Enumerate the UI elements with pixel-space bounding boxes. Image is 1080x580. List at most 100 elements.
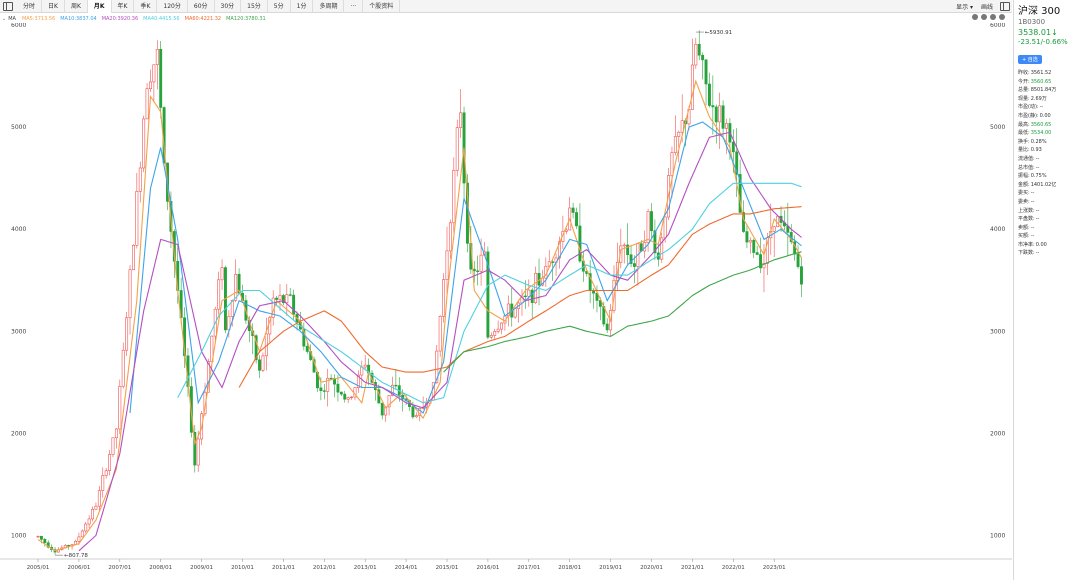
quote-stat-label: 市盈(静):: [1018, 112, 1039, 119]
draw-line-button[interactable]: 画线: [977, 2, 997, 11]
candle-body: [578, 225, 582, 262]
tab-5[interactable]: 季K: [134, 0, 158, 13]
quote-stat-label: 最高:: [1018, 121, 1030, 128]
tab-8[interactable]: 30分: [215, 0, 242, 13]
settings-icon[interactable]: [990, 14, 996, 20]
candle-body: [530, 289, 534, 303]
candle-body: [104, 470, 108, 476]
quote-stat-row: 市盈(静):0.00: [1018, 112, 1076, 121]
candle-body: [258, 359, 261, 371]
y-tick-label-right: 2000: [990, 430, 1005, 437]
quote-panel: 沪深 300 1B0300 3538.01↓ -23.51/-0.66% + 自…: [1013, 0, 1080, 580]
minus-icon[interactable]: [972, 14, 978, 20]
candle-body: [363, 364, 367, 368]
candle-body: [489, 335, 493, 338]
quote-stat-row: 流通值:--: [1018, 155, 1076, 164]
quote-stat-label: 买额:: [1018, 233, 1030, 240]
quote-stat-value: --: [1030, 198, 1035, 205]
candle-body: [111, 437, 115, 455]
candle-body: [142, 118, 146, 169]
tab-13[interactable]: ···: [344, 0, 364, 13]
quote-stat-row: 最高:3560.65: [1018, 121, 1076, 130]
ma-legend-label[interactable]: MA: [8, 16, 16, 22]
candle-body: [131, 245, 135, 271]
close-icon[interactable]: [999, 14, 1005, 20]
plus-icon[interactable]: [981, 14, 987, 20]
candle-body: [694, 44, 698, 66]
candle-body: [650, 211, 653, 232]
add-watchlist-button[interactable]: + 自选: [1018, 55, 1042, 64]
quote-stat-row: 振幅:0.75%: [1018, 172, 1076, 181]
candle-body: [663, 216, 667, 239]
candle-body: [346, 397, 350, 400]
tab-3[interactable]: 月K: [87, 0, 112, 13]
x-tick-label: 2023/01: [763, 565, 786, 571]
quote-stat-row: 金额:1401.02亿: [1018, 181, 1076, 190]
quote-stat-label: 金额:: [1018, 181, 1030, 188]
candle-body: [149, 81, 152, 89]
panel-toggle-icon[interactable]: [1000, 1, 1010, 11]
ma-legend-item: MA120:3780.31: [226, 15, 266, 22]
period-toolbar: 分时 日K 周K 月K 年K 季K 120分 60分 30分 15分 5分 1分 多周期 ··· 个股资料 …: [0, 0, 1012, 13]
tab-10[interactable]: 5分: [268, 0, 291, 13]
candle-body: [128, 269, 132, 319]
candle-body: [278, 295, 282, 300]
quote-stat-row: 市盈(动):--: [1018, 103, 1076, 112]
candle-body: [711, 105, 715, 108]
candle-body: [159, 48, 163, 108]
display-menu-button[interactable]: 显示 ▾: [952, 2, 977, 11]
tab-12[interactable]: 多周期: [313, 0, 345, 13]
x-tick-label: 2011/01: [272, 565, 295, 571]
ma-line-ma40: [177, 182, 802, 404]
candle-body: [690, 64, 694, 110]
candle-body: [455, 127, 459, 171]
candle-body: [523, 295, 527, 298]
candle-body: [152, 64, 156, 83]
candle-body: [459, 112, 463, 128]
ma-legend-item: MA60:4221.32: [184, 15, 222, 22]
y-tick-label-right: 6000: [990, 23, 1005, 29]
tab-1[interactable]: 日K: [42, 0, 65, 13]
candle-body: [772, 226, 776, 232]
tab-14[interactable]: 个股资料: [363, 0, 401, 13]
tab-6[interactable]: 120分: [157, 0, 188, 13]
tab-0[interactable]: 分时: [17, 0, 43, 13]
quote-stat-value: --: [1035, 250, 1040, 257]
tab-2[interactable]: 周K: [65, 0, 88, 13]
quote-stat-label: 现量:: [1018, 95, 1030, 102]
tab-7[interactable]: 60分: [188, 0, 215, 13]
candle-body: [77, 536, 81, 542]
quote-stat-value: 3560.65: [1030, 78, 1052, 85]
quote-stat-row: 下跌数:--: [1018, 249, 1076, 258]
candle-body: [411, 406, 415, 418]
quote-stat-label: 今开:: [1018, 78, 1030, 85]
quote-stat-label: 总量:: [1018, 87, 1030, 94]
quote-stat-row: 现量:2.69万: [1018, 95, 1076, 104]
candlestick-chart[interactable]: 1000 1000 2000 2000 3000 3000 4000 4000 5000 5000…: [0, 23, 1012, 580]
tab-9[interactable]: 15分: [241, 0, 268, 13]
candle-body: [493, 331, 497, 336]
quote-stat-value: 0.28%: [1030, 138, 1047, 145]
ma-legend-item: MA10:3837.04: [60, 15, 97, 22]
x-tick-label: 2021/01: [681, 565, 704, 571]
tab-11[interactable]: 1分: [291, 0, 314, 13]
candle-body: [39, 535, 43, 540]
candle-body: [476, 270, 480, 272]
quote-stat-value: 0.00: [1035, 241, 1047, 248]
ma-legend-item: MA40:4415.56: [143, 15, 180, 22]
tab-4[interactable]: 年K: [112, 0, 135, 13]
candle-body: [94, 505, 98, 510]
ma-legend-item: MA20:3920.36: [101, 15, 139, 22]
ma-line-ma60: [238, 206, 802, 388]
candle-body: [217, 279, 221, 310]
candle-body: [87, 518, 91, 525]
quote-stat-value: 1401.02亿: [1030, 181, 1057, 188]
y-tick-label-left: 4000: [11, 226, 26, 233]
quote-stat-row: 委买:--: [1018, 189, 1076, 198]
y-tick-label-left: 6000: [11, 23, 26, 29]
y-tick-label-left: 5000: [11, 124, 26, 131]
quote-stat-label: 最低:: [1018, 130, 1030, 137]
chevron-down-icon[interactable]: ⌄: [2, 16, 6, 22]
extreme-value-label: ←807.78: [64, 553, 88, 559]
sidebar-toggle-icon[interactable]: [3, 1, 13, 11]
